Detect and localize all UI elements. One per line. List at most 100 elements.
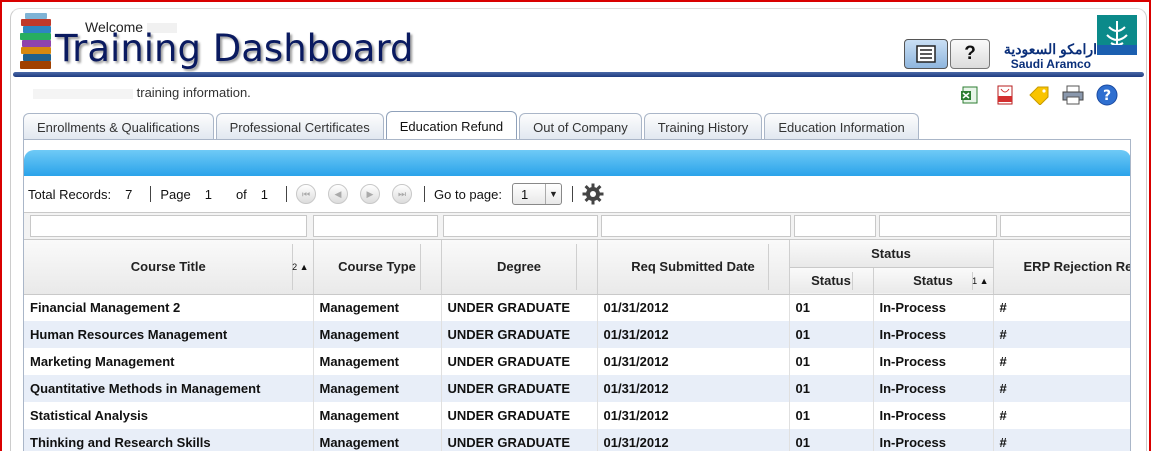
excel-export-button[interactable] <box>959 83 983 107</box>
education-refund-panel: Total Records: 7 Page 1 of 1 ⏮ ◀ ▶ ⏭ Go … <box>23 139 1131 451</box>
app-title: Training Dashboard <box>55 27 414 70</box>
col-label: Course Type <box>338 259 416 275</box>
col-header-erp-rejection-reason[interactable]: ERP Rejection Rea <box>993 240 1130 295</box>
total-records-value: 7 <box>125 186 133 202</box>
next-page-button[interactable]: ▶ <box>360 184 381 204</box>
cell-req-submitted-date: 01/31/2012 <box>597 375 790 402</box>
header-help-button[interactable]: ? <box>950 39 990 69</box>
filter-course-type[interactable] <box>313 215 438 237</box>
filter-course-title[interactable] <box>30 215 307 237</box>
app-header: Welcome Training Dashboard ? ارامكو السع… <box>11 9 1146 77</box>
grid-view-button[interactable] <box>904 39 948 69</box>
cell-req-submitted-date: 01/31/2012 <box>597 429 790 451</box>
cell-erp-rejection-reason: # <box>993 429 1130 451</box>
brand-arabic-name: ارامكو السعودية <box>1003 41 1097 57</box>
tab-education-information[interactable]: Education Information <box>764 113 919 141</box>
cell-req-submitted-date: 01/31/2012 <box>597 294 790 321</box>
print-button[interactable] <box>1061 83 1085 107</box>
grid-settings-button[interactable] <box>582 183 604 205</box>
dashboard-container: Welcome Training Dashboard ? ارامكو السع… <box>10 8 1147 451</box>
excel-export-icon <box>961 86 978 104</box>
goto-page-label: Go to page: <box>434 186 502 202</box>
prev-page-button[interactable]: ◀ <box>328 184 349 204</box>
sort-indicator: 2 ▲ <box>292 261 309 272</box>
pdf-export-button[interactable] <box>993 83 1017 107</box>
cell-status: In-Process <box>873 375 994 402</box>
cell-course-title: Financial Management 2 <box>24 294 314 321</box>
cell-status-code: 01 <box>789 294 874 321</box>
cell-status: In-Process <box>873 294 994 321</box>
filter-row <box>24 212 1130 240</box>
of-value: 1 <box>260 186 269 202</box>
last-page-button[interactable]: ⏭ <box>392 184 413 204</box>
info-text: training information. <box>33 85 251 100</box>
prev-page-icon: ◀ <box>334 188 342 199</box>
first-page-button[interactable]: ⏮ <box>296 184 317 204</box>
cell-course-type: Management <box>313 321 442 348</box>
svg-text:?: ? <box>1103 88 1111 104</box>
col-divider <box>851 271 853 290</box>
tag-button[interactable] <box>1027 83 1051 107</box>
cell-status-code: 01 <box>789 321 874 348</box>
table-row[interactable]: Human Resources Management Management UN… <box>24 321 1130 348</box>
tab-professional-certificates[interactable]: Professional Certificates <box>215 113 384 141</box>
col-label: Status <box>811 273 851 288</box>
filter-status-code[interactable] <box>794 215 876 237</box>
cell-req-submitted-date: 01/31/2012 <box>597 348 790 375</box>
cell-status: In-Process <box>873 321 994 348</box>
col-divider <box>767 244 769 290</box>
cell-degree: UNDER GRADUATE <box>441 375 598 402</box>
col-header-course-type[interactable]: Course Type <box>313 240 442 295</box>
cell-course-type: Management <box>313 429 442 451</box>
table-row[interactable]: Quantitative Methods in Management Manag… <box>24 375 1130 402</box>
education-refund-table: Course Title 2 ▲ Course Type Degree Req … <box>24 240 1130 451</box>
cell-status: In-Process <box>873 429 994 451</box>
page-value: 1 <box>204 186 212 202</box>
books-logo-icon <box>20 13 51 69</box>
chevron-down-icon: ▼ <box>544 184 561 204</box>
col-header-status-code[interactable]: Status <box>789 267 874 295</box>
filter-degree[interactable] <box>443 215 598 237</box>
redacted-info <box>33 88 133 99</box>
toolbar-help-button[interactable]: ? <box>1095 83 1119 107</box>
table-row[interactable]: Marketing Management Management UNDER GR… <box>24 348 1130 375</box>
gear-icon <box>582 183 604 205</box>
table-row[interactable]: Financial Management 2 Management UNDER … <box>24 294 1130 321</box>
cell-status-code: 01 <box>789 348 874 375</box>
cell-req-submitted-date: 01/31/2012 <box>597 321 790 348</box>
col-label: Degree <box>496 259 542 275</box>
cell-degree: UNDER GRADUATE <box>441 348 598 375</box>
tab-training-history[interactable]: Training History <box>643 113 763 141</box>
brand-english-name: Saudi Aramco <box>1010 57 1091 71</box>
cell-course-type: Management <box>313 402 442 429</box>
col-header-course-title[interactable]: Course Title 2 ▲ <box>24 240 314 295</box>
col-header-degree[interactable]: Degree <box>441 240 598 295</box>
goto-page-select[interactable]: 1 ▼ <box>511 183 562 205</box>
table-row[interactable]: Statistical Analysis Management UNDER GR… <box>24 402 1130 429</box>
tab-out-of-company[interactable]: Out of Company <box>519 113 642 141</box>
cell-course-type: Management <box>313 375 442 402</box>
cell-degree: UNDER GRADUATE <box>441 429 598 451</box>
filter-status[interactable] <box>879 215 997 237</box>
col-group-status: Status <box>789 240 994 268</box>
info-label: training information. <box>136 85 251 100</box>
first-page-icon: ⏮ <box>301 188 311 199</box>
col-header-status[interactable]: Status 1 ▲ <box>873 267 994 295</box>
cell-erp-rejection-reason: # <box>993 402 1130 429</box>
cell-erp-rejection-reason: # <box>993 294 1130 321</box>
aramco-logo-icon <box>1097 15 1137 55</box>
filter-req-submitted-date[interactable] <box>601 215 791 237</box>
pager-separator <box>424 186 426 202</box>
pdf-export-icon <box>997 85 1013 105</box>
table-row[interactable]: Thinking and Research Skills Management … <box>24 429 1130 451</box>
cell-course-title: Thinking and Research Skills <box>24 429 314 451</box>
help-icon: ? <box>1096 84 1118 106</box>
tab-bar: Enrollments & Qualifications Professiona… <box>23 111 919 141</box>
col-divider <box>575 244 577 290</box>
filter-erp-rejection[interactable] <box>1000 215 1130 237</box>
cell-course-title: Quantitative Methods in Management <box>24 375 314 402</box>
col-header-req-submitted-date[interactable]: Req Submitted Date <box>597 240 790 295</box>
tab-education-refund[interactable]: Education Refund <box>385 111 518 141</box>
col-label: Course Title <box>130 259 206 275</box>
tab-enrollments-qualifications[interactable]: Enrollments & Qualifications <box>23 113 214 141</box>
